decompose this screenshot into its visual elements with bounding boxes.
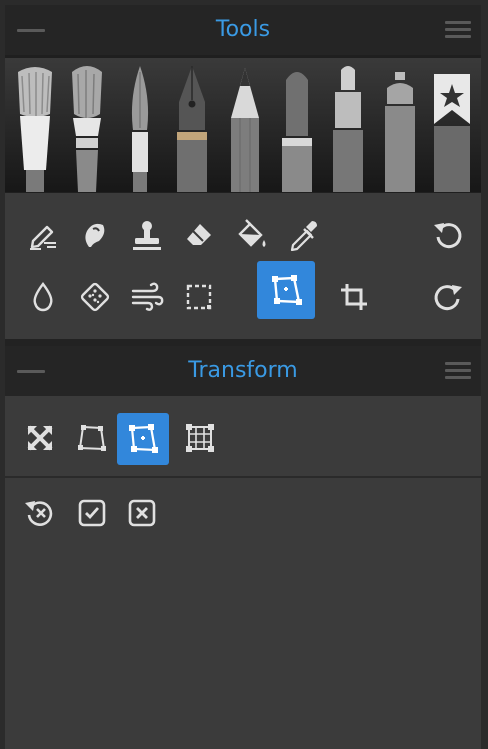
free-transform-icon[interactable]	[15, 413, 65, 463]
transform-options	[5, 396, 481, 749]
oil-brush-icon[interactable]	[12, 58, 58, 192]
eraser-icon[interactable]	[172, 208, 226, 262]
menu-icon[interactable]	[445, 362, 471, 380]
water-drop-icon[interactable]	[16, 270, 70, 324]
warp-mesh-icon[interactable]	[175, 413, 225, 463]
undo-icon[interactable]	[421, 208, 475, 262]
fine-brush-icon[interactable]	[117, 58, 163, 192]
distort-icon[interactable]	[67, 413, 117, 463]
paint-brush-icon[interactable]	[64, 58, 110, 192]
marker-icon[interactable]	[325, 58, 371, 192]
redo-icon[interactable]	[421, 270, 475, 324]
app-window: Tools Transform	[5, 5, 481, 749]
transform-tool-button[interactable]	[257, 261, 315, 319]
tools-panel-header: Tools	[5, 5, 481, 55]
apply-icon[interactable]	[67, 488, 117, 538]
cancel-icon[interactable]	[117, 488, 167, 538]
transform-panel-header: Transform	[5, 346, 481, 396]
reset-icon[interactable]	[15, 488, 65, 538]
tools-grid	[5, 193, 481, 339]
perspective-icon[interactable]	[117, 413, 169, 465]
panel-separator	[5, 339, 481, 346]
eraser-pencil-icon[interactable]	[16, 208, 70, 262]
pencil-icon[interactable]	[222, 58, 268, 192]
airbrush-icon[interactable]	[377, 58, 423, 192]
stamp-icon[interactable]	[120, 208, 174, 262]
smudge-icon[interactable]	[68, 208, 122, 262]
bookmark-brush-icon[interactable]	[429, 58, 475, 192]
eyedropper-icon[interactable]	[276, 208, 330, 262]
tools-panel-title: Tools	[215, 17, 271, 42]
transform-panel-title: Transform	[188, 358, 298, 383]
ink-pen-icon[interactable]	[169, 58, 215, 192]
selection-icon[interactable]	[172, 270, 226, 324]
felt-pen-icon[interactable]	[274, 58, 320, 192]
menu-icon[interactable]	[445, 21, 471, 39]
fill-bucket-icon[interactable]	[224, 208, 278, 262]
brush-strip	[5, 58, 481, 192]
transform-divider	[5, 476, 481, 478]
blend-wind-icon[interactable]	[120, 270, 174, 324]
crop-icon[interactable]	[327, 270, 381, 324]
transform-icon	[272, 275, 302, 305]
texture-icon[interactable]	[68, 270, 122, 324]
